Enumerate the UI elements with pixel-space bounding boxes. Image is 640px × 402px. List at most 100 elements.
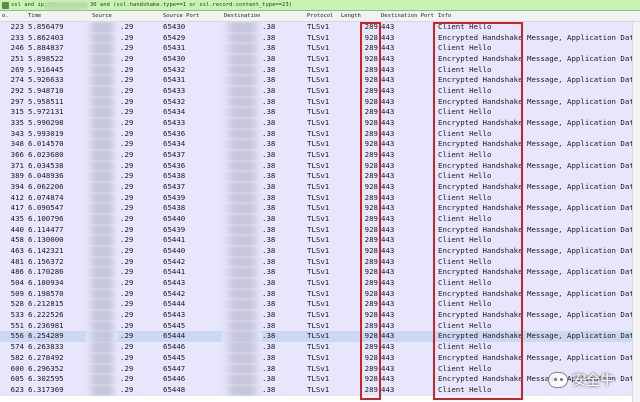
redacted-source xyxy=(86,224,118,236)
table-row[interactable]: 315 5.972131 .29 65434 .38 TLSv1 289 443 Client … xyxy=(0,107,640,119)
redacted-source xyxy=(86,384,118,396)
cell-time: 6.130000 xyxy=(28,235,64,245)
cell-source: .29 xyxy=(120,246,134,256)
cell-length: 289 xyxy=(364,64,378,74)
cell-length: 289 xyxy=(364,363,378,373)
filter-bookmark-icon[interactable] xyxy=(2,2,9,9)
redacted-destination xyxy=(222,128,262,140)
cell-source-port: 65446 xyxy=(163,342,186,352)
table-row[interactable]: 440 6.114477 .29 65439 .38 TLSv1 928 443 Encrypt… xyxy=(0,224,640,236)
cell-protocol: TLSv1 xyxy=(307,22,330,31)
redacted-destination xyxy=(222,54,262,65)
cell-destination: .38 xyxy=(262,310,276,320)
cell-length: 928 xyxy=(364,352,378,362)
cell-protocol: TLSv1 xyxy=(307,310,330,320)
table-row[interactable]: 556 6.254289 .29 65444 .38 TLSv1 928 443 Encrypt… xyxy=(0,331,640,343)
redacted-destination xyxy=(222,160,262,172)
table-row[interactable]: 435 6.100796 .29 65440 .38 TLSv1 289 443 Client … xyxy=(0,214,640,225)
cell-source: .29 xyxy=(120,224,134,234)
table-row[interactable]: 297 5.958511 .29 65432 .38 TLSv1 928 443 Encrypt… xyxy=(0,96,640,108)
cell-info: Encrypted Handshake Message, Application… xyxy=(438,160,639,170)
cell-protocol: TLSv1 xyxy=(307,75,330,85)
col-header-protocol[interactable]: Protocol xyxy=(307,11,334,22)
cell-no: 371 xyxy=(10,160,24,170)
table-row[interactable]: 551 6.236981 .29 65445 .38 TLSv1 289 443 Client … xyxy=(0,320,640,332)
cell-source-port: 65442 xyxy=(163,256,186,266)
redacted-destination xyxy=(222,182,262,193)
table-row[interactable]: 481 6.156372 .29 65442 .38 TLSv1 289 443 Client … xyxy=(0,256,640,268)
col-header-dest-port[interactable]: Destination Port xyxy=(381,11,434,22)
vertical-scrollbar[interactable] xyxy=(632,22,640,402)
table-row[interactable]: 223 5.856479 .29 65430 .38 TLSv1 289 443 Client … xyxy=(0,22,640,33)
cell-source-port: 65431 xyxy=(163,75,186,85)
cell-no: 251 xyxy=(10,54,24,64)
table-row[interactable]: 343 5.993019 .29 65436 .38 TLSv1 289 443 Client … xyxy=(0,128,640,140)
table-row[interactable]: 574 6.263833 .29 65446 .38 TLSv1 289 443 Client … xyxy=(0,342,640,353)
table-row[interactable]: 371 6.034538 .29 65436 .38 TLSv1 928 443 Encrypt… xyxy=(0,160,640,172)
cell-dest-port: 443 xyxy=(381,224,395,234)
cell-dest-port: 443 xyxy=(381,128,395,138)
cell-source: .29 xyxy=(120,256,134,266)
cell-length: 289 xyxy=(364,299,378,309)
table-row[interactable]: 582 6.278492 .29 65445 .38 TLSv1 928 443 Encrypt… xyxy=(0,352,640,364)
table-row[interactable]: 504 6.180934 .29 65443 .38 TLSv1 289 443 Client … xyxy=(0,278,640,289)
cell-source-port: 65445 xyxy=(163,352,186,362)
table-row[interactable]: 509 6.198570 .29 65442 .38 TLSv1 928 443 Encrypt… xyxy=(0,288,640,300)
table-row[interactable]: 292 5.948710 .29 65433 .38 TLSv1 289 443 Client … xyxy=(0,86,640,97)
table-row[interactable]: 412 6.074874 .29 65439 .38 TLSv1 289 443 Client … xyxy=(0,192,640,204)
cell-source-port: 65444 xyxy=(163,331,186,341)
display-filter-bar[interactable]: ssl and ip.dst= 30 and (ssl.handshake.ty… xyxy=(0,0,640,11)
cell-dest-port: 443 xyxy=(381,374,395,384)
table-row[interactable]: 533 6.222526 .29 65443 .38 TLSv1 928 443 Encrypt… xyxy=(0,310,640,321)
cell-time: 6.302595 xyxy=(28,374,64,384)
table-row[interactable]: 600 6.296352 .29 65447 .38 TLSv1 289 443 Client … xyxy=(0,363,640,375)
cell-source: .29 xyxy=(120,43,134,53)
table-row[interactable]: 486 6.170286 .29 65441 .38 TLSv1 928 443 Encrypt… xyxy=(0,267,640,279)
col-header-length[interactable]: Length xyxy=(341,11,361,22)
cell-info: Encrypted Handshake Message, Application… xyxy=(438,96,639,106)
table-row[interactable]: 366 6.023680 .29 65437 .38 TLSv1 289 443 Client … xyxy=(0,150,640,161)
table-row[interactable]: 246 5.884837 .29 65431 .38 TLSv1 289 443 Client … xyxy=(0,43,640,55)
table-row[interactable]: 274 5.926633 .29 65431 .38 TLSv1 928 443 Encrypt… xyxy=(0,75,640,87)
table-row[interactable]: 269 5.916445 .29 65432 .38 TLSv1 289 443 Client … xyxy=(0,64,640,76)
cell-no: 389 xyxy=(10,171,24,181)
cell-destination: .38 xyxy=(262,352,276,362)
table-row[interactable]: 251 5.898522 .29 65430 .38 TLSv1 928 443 Encrypt… xyxy=(0,54,640,65)
redacted-destination xyxy=(222,32,262,44)
table-row[interactable]: 233 5.862403 .29 65429 .38 TLSv1 928 443 Encrypt… xyxy=(0,32,640,44)
col-header-time[interactable]: Time xyxy=(28,11,41,22)
col-header-no[interactable]: o. xyxy=(2,11,9,22)
table-row[interactable]: 605 6.302595.29 65446.38 TLSv1 928 443 Encrypt… xyxy=(0,374,640,385)
cell-source-port: 65434 xyxy=(163,139,186,149)
filter-text-part2: 30 and (ssl.handshake.type==1 or ssl.rec… xyxy=(90,2,292,8)
cell-destination: .38 xyxy=(262,299,276,309)
table-row[interactable]: 528 6.212815 .29 65444 .38 TLSv1 289 443 Client … xyxy=(0,299,640,311)
cell-time: 5.926633 xyxy=(28,75,64,85)
table-row[interactable]: 394 6.062206 .29 65437 .38 TLSv1 928 443 Encrypt… xyxy=(0,182,640,193)
cell-protocol: TLSv1 xyxy=(307,224,330,234)
cell-source: .29 xyxy=(120,96,134,106)
cell-length: 928 xyxy=(364,54,378,64)
table-row[interactable]: 623 6.317369 .29 65448 .38 TLSv1 289 443 Client … xyxy=(0,384,640,396)
table-row[interactable]: 348 6.014570 .29 65434 .38 TLSv1 928 443 Encrypt… xyxy=(0,139,640,151)
table-row[interactable]: 417 6.090547 .29 65438 .38 TLSv1 928 443 Encrypt… xyxy=(0,203,640,215)
table-row[interactable]: 458 6.130000 .29 65441 .38 TLSv1 289 443 Client … xyxy=(0,235,640,247)
col-header-source-port[interactable]: Source Port xyxy=(163,11,199,22)
cell-dest-port: 443 xyxy=(381,192,395,202)
cell-info: Encrypted Handshake Message, Application… xyxy=(438,139,639,149)
col-header-info[interactable]: Info xyxy=(438,11,451,22)
cell-dest-port: 443 xyxy=(381,246,395,256)
cell-length: 289 xyxy=(364,192,378,202)
cell-time: 6.180934 xyxy=(28,278,64,288)
table-row[interactable]: 389 6.048936 .29 65438 .38 TLSv1 289 443 Client … xyxy=(0,171,640,183)
table-row[interactable]: 463 6.142321 .29 65440 .38 TLSv1 928 443 Encrypt… xyxy=(0,246,640,257)
cell-time: 6.212815 xyxy=(28,299,64,309)
col-header-source[interactable]: Source xyxy=(92,11,112,22)
cell-time: 5.948710 xyxy=(28,86,64,96)
cell-source-port: 65438 xyxy=(163,171,186,181)
cell-source: .29 xyxy=(120,267,134,277)
cell-destination: .38 xyxy=(262,320,276,330)
col-header-destination[interactable]: Destination xyxy=(224,11,260,22)
table-row[interactable]: 335 5.990298 .29 65433 .38 TLSv1 928 443 Encrypt… xyxy=(0,118,640,129)
cell-source: .29 xyxy=(120,320,134,330)
